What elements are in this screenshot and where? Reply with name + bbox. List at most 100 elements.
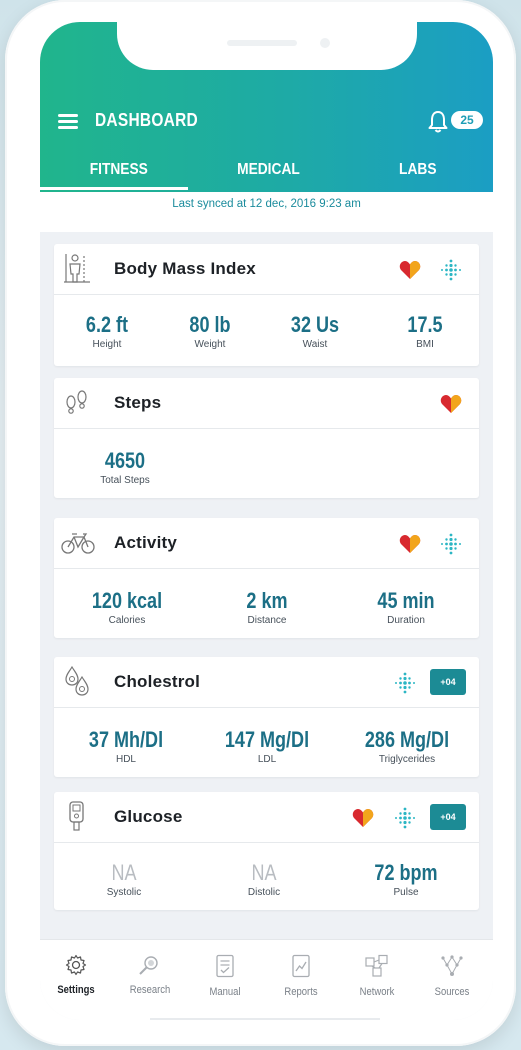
- activity-card[interactable]: Activity 120 kcal Calories 2 km Distance…: [54, 518, 479, 638]
- nav-label: Reports: [284, 986, 318, 998]
- manual-icon: [216, 954, 234, 978]
- metric-value: NA: [251, 860, 277, 885]
- health-heart-icon[interactable]: [352, 808, 374, 828]
- metric-value: 72 bpm: [374, 860, 438, 885]
- metric-value: 45 min: [377, 588, 435, 613]
- metric-label: Triglycerides: [378, 754, 436, 765]
- health-heart-icon[interactable]: [440, 394, 462, 414]
- metric-value: 17.5: [407, 312, 443, 337]
- glucometer-icon: [69, 801, 84, 831]
- metric-hdl: 37 Mh/Dl HDL: [66, 727, 186, 765]
- metric-label: Pulse: [393, 887, 419, 898]
- steps-card[interactable]: Steps 4650 Total Steps: [54, 378, 479, 498]
- tab-bar: FITNESS MEDICAL LABS: [40, 154, 493, 192]
- health-heart-icon[interactable]: [399, 534, 421, 554]
- source-chip[interactable]: +04: [430, 669, 466, 695]
- card-header: Activity: [54, 518, 479, 569]
- page-title: DASHBOARD: [95, 110, 198, 130]
- metric-label: HDL: [115, 754, 136, 765]
- card-title: Cholestrol: [114, 672, 201, 691]
- card-header: Steps: [54, 378, 479, 429]
- metric-value: 6.2 ft: [85, 312, 129, 337]
- bicycle-icon: [61, 533, 95, 554]
- metric-value: 147 Mg/Dl: [224, 727, 310, 752]
- fitbit-icon[interactable]: [394, 807, 416, 829]
- reports-icon: [292, 954, 310, 978]
- menu-icon[interactable]: [58, 114, 78, 130]
- metric-distolic: NA Distolic: [209, 860, 319, 898]
- blood-drops-icon: [65, 665, 89, 696]
- research-icon: [139, 956, 158, 975]
- metric-value: 4650: [104, 448, 146, 473]
- metric-label: Height: [92, 339, 122, 350]
- card-header: Glucose +04: [54, 792, 479, 843]
- camera: [320, 38, 330, 48]
- tab-labs[interactable]: LABS: [399, 161, 436, 179]
- metric-triglycerides: 286 Mg/Dl Triglycerides: [344, 727, 470, 765]
- metric-label: LDL: [257, 754, 277, 765]
- card-title: Glucose: [114, 807, 183, 826]
- metric-calories: 120 kcal Calories: [72, 588, 182, 626]
- nav-manual[interactable]: Manual: [190, 954, 260, 998]
- footsteps-icon: [66, 390, 87, 414]
- metric-value: 32 Us: [290, 312, 340, 337]
- nav-label: Settings: [57, 984, 95, 996]
- metric-waist: 32 Us Waist: [270, 312, 360, 350]
- metric-label: BMI: [416, 339, 434, 350]
- metric-height: 6.2 ft Height: [62, 312, 152, 350]
- card-header: Cholestrol +04: [54, 657, 479, 708]
- nav-label: Manual: [209, 986, 241, 998]
- network-icon: [365, 954, 388, 977]
- metric-systolic: NA Systolic: [69, 860, 179, 898]
- metric-value: NA: [111, 860, 137, 885]
- source-chip[interactable]: +04: [430, 804, 466, 830]
- metric-ldl: 147 Mg/Dl LDL: [204, 727, 330, 765]
- sources-icon: [441, 955, 463, 976]
- fitbit-icon[interactable]: [440, 533, 462, 555]
- bottom-nav: Settings Research Manual Reports Network…: [40, 939, 493, 1020]
- health-heart-icon[interactable]: [399, 260, 421, 280]
- nav-reports[interactable]: Reports: [266, 954, 336, 998]
- metric-label: Distance: [247, 615, 287, 626]
- metric-label: Duration: [387, 615, 425, 626]
- metric-weight: 80 lb Weight: [165, 312, 255, 350]
- metric-total-steps: 4650 Total Steps: [80, 448, 170, 486]
- metric-bmi: 17.5 BMI: [380, 312, 470, 350]
- metric-value: 37 Mh/Dl: [88, 727, 164, 752]
- gear-icon: [65, 954, 87, 976]
- bmi-card[interactable]: Body Mass Index 6.2 ft Height 80 lb Weig…: [54, 244, 479, 366]
- phone-notch: [117, 22, 417, 70]
- cholestrol-card[interactable]: Cholestrol +04 37 Mh/Dl HDL 147 Mg/Dl LD: [54, 657, 479, 777]
- nav-network[interactable]: Network: [342, 954, 412, 998]
- app-screen: DASHBOARD 25 FITNESS MEDICAL LABS Last s…: [40, 22, 493, 1020]
- metric-label: Total Steps: [100, 475, 150, 486]
- metric-label: Distolic: [247, 887, 281, 898]
- metric-label: Weight: [194, 339, 226, 350]
- fitbit-icon[interactable]: [440, 259, 462, 281]
- card-title: Steps: [114, 393, 162, 412]
- phone-frame: DASHBOARD 25 FITNESS MEDICAL LABS Last s…: [5, 0, 516, 1046]
- tab-medical[interactable]: MEDICAL: [237, 161, 300, 179]
- nav-label: Sources: [434, 986, 470, 998]
- card-title: Activity: [114, 533, 178, 552]
- bell-icon[interactable]: [427, 110, 449, 134]
- speaker: [227, 40, 297, 46]
- fitbit-icon[interactable]: [394, 672, 416, 694]
- body-measure-icon: [64, 254, 90, 283]
- metric-value: 120 kcal: [91, 588, 163, 613]
- notification-badge: 25: [451, 111, 483, 129]
- metric-label: Waist: [302, 339, 328, 350]
- nav-label: Network: [359, 986, 395, 998]
- nav-research[interactable]: Research: [115, 954, 185, 996]
- metric-pulse: 72 bpm Pulse: [351, 860, 461, 898]
- metric-value: 80 lb: [189, 312, 231, 337]
- nav-label: Research: [129, 984, 171, 996]
- card-title: Body Mass Index: [114, 259, 256, 278]
- tab-fitness[interactable]: FITNESS: [90, 161, 148, 179]
- glucose-card[interactable]: Glucose +04 NA Systolic NA Distolic 72 b…: [54, 792, 479, 910]
- nav-sources[interactable]: Sources: [417, 954, 487, 998]
- metric-label: Systolic: [106, 887, 142, 898]
- metric-distance: 2 km Distance: [212, 588, 322, 626]
- metric-value: 2 km: [246, 588, 288, 613]
- nav-settings[interactable]: Settings: [41, 954, 111, 996]
